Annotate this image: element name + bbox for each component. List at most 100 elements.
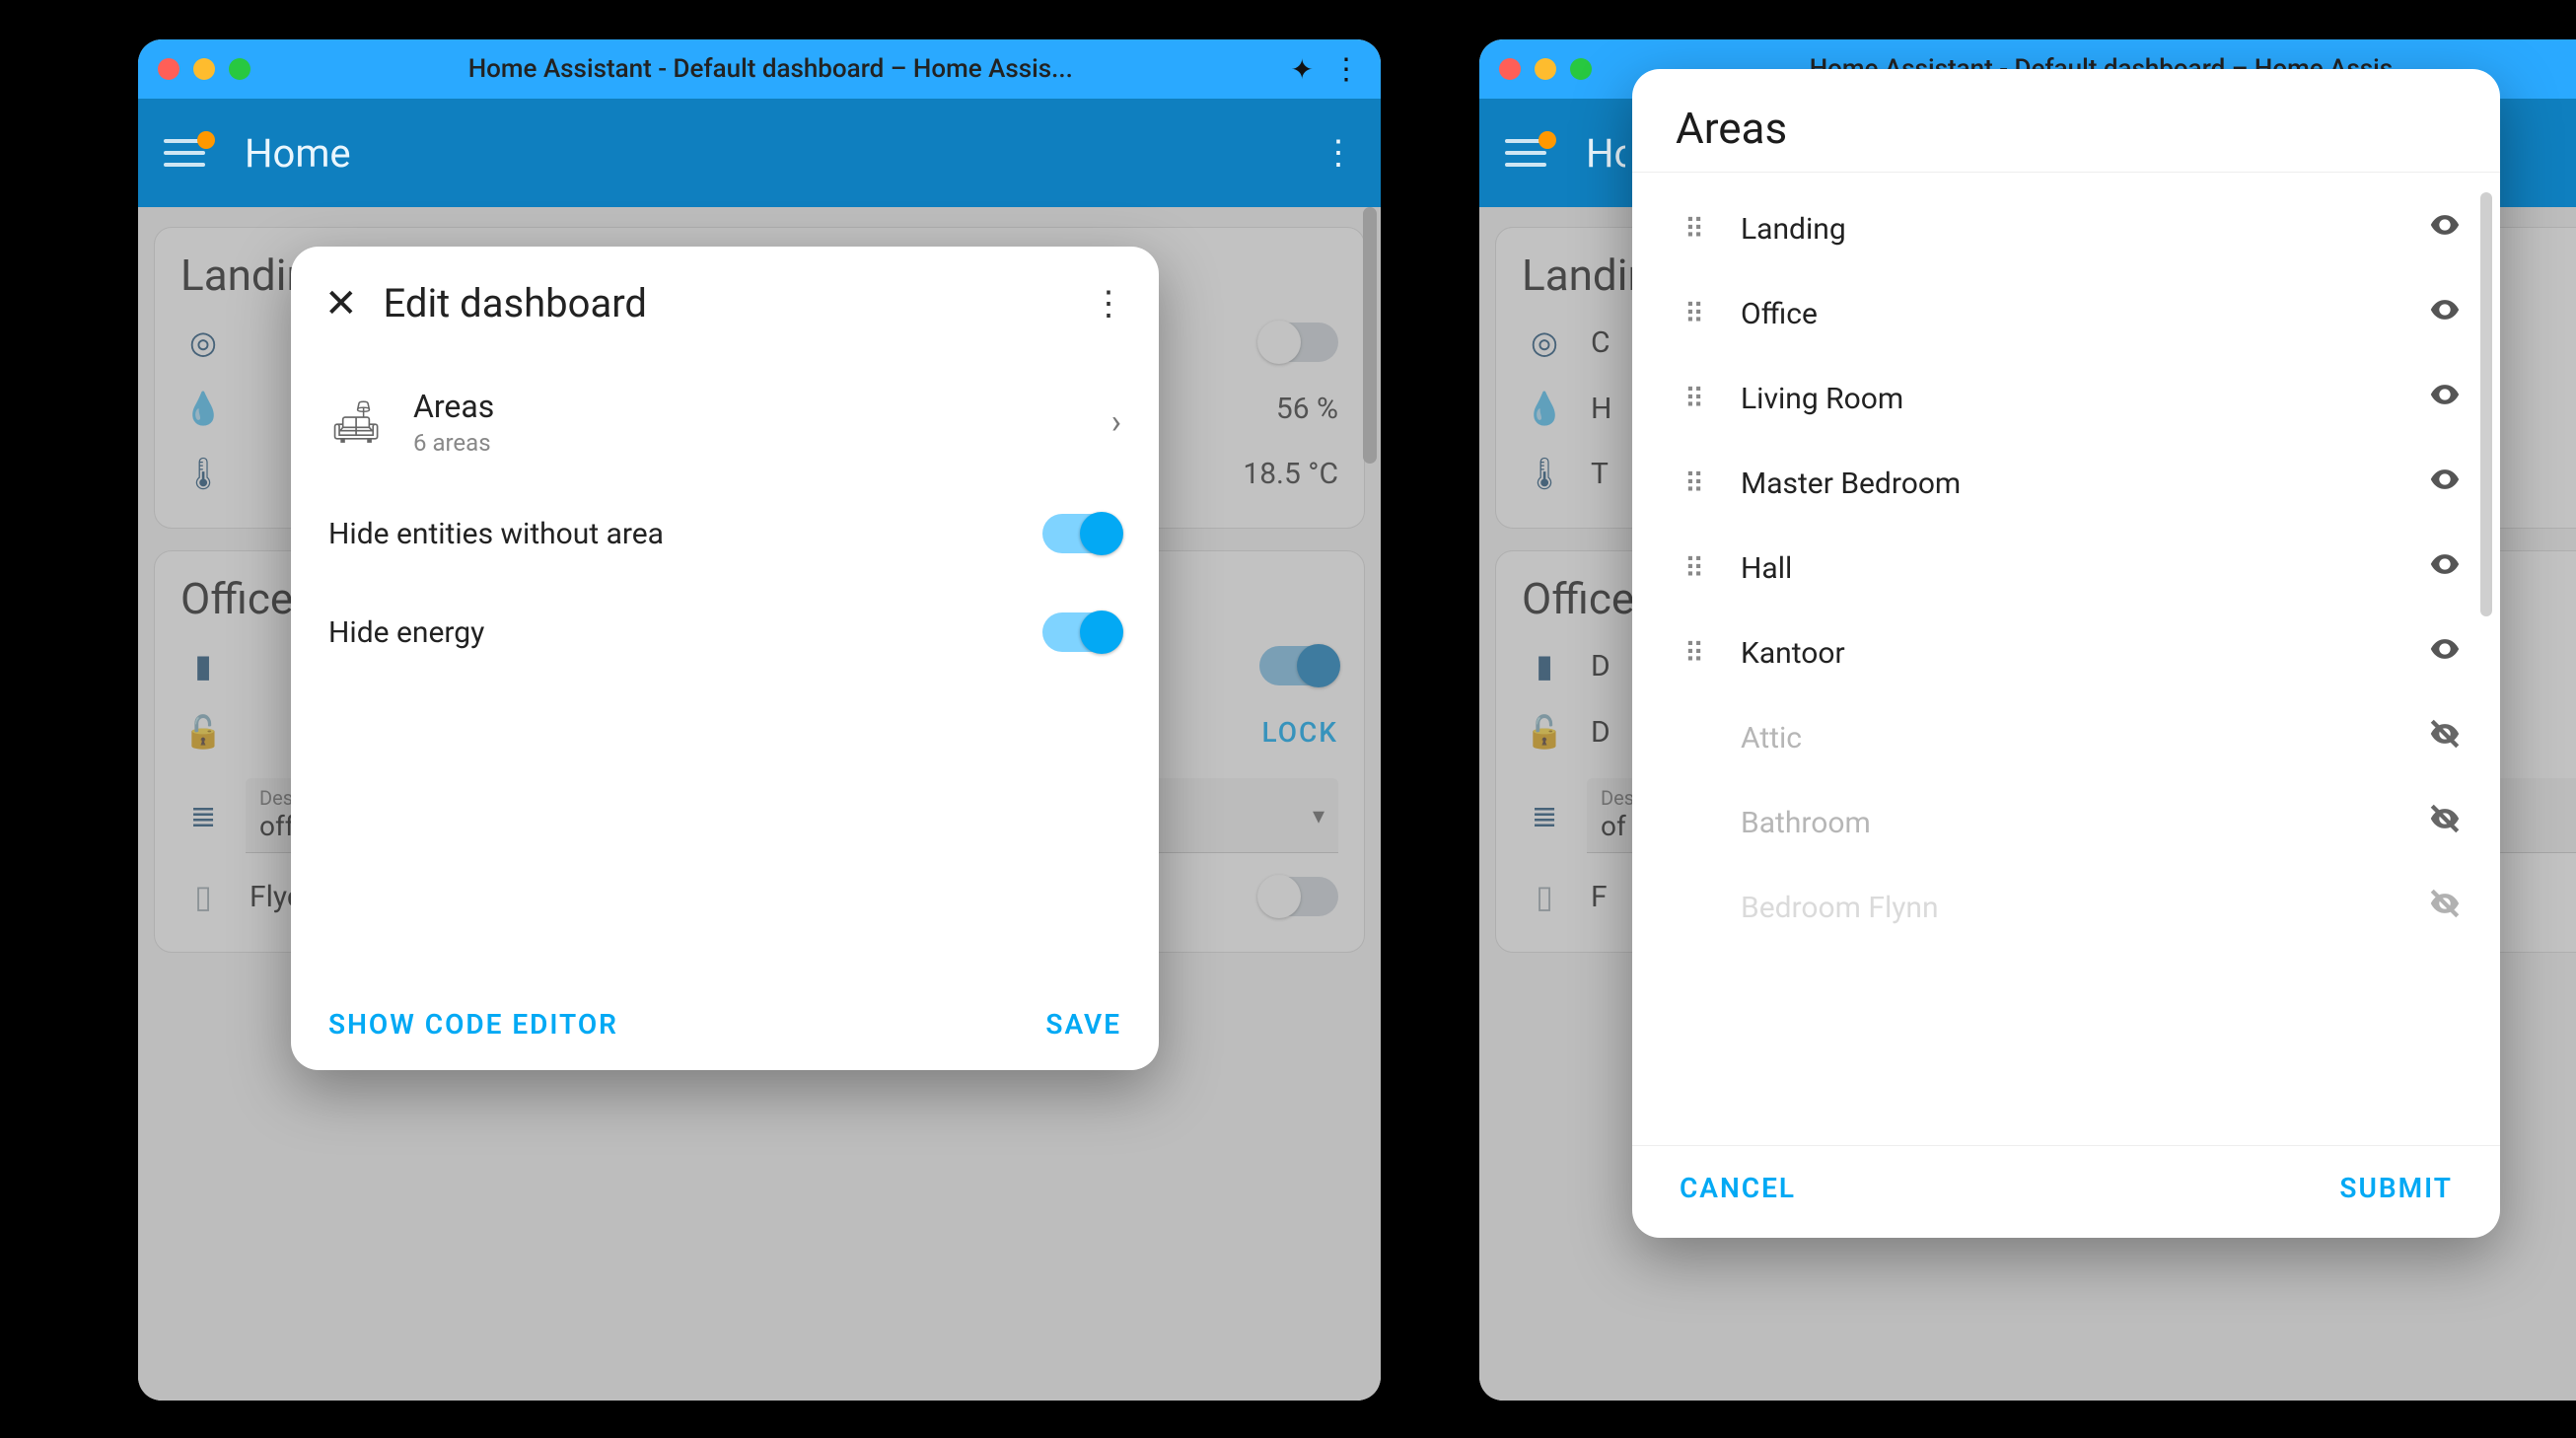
option-label: Hide energy <box>328 615 484 650</box>
notification-dot-icon <box>1538 131 1556 149</box>
modal-areas: Areas ⠿ Landing ⠿ Office <box>1632 69 2500 1238</box>
traffic-lights[interactable] <box>158 58 250 80</box>
areas-subtitle: 6 areas <box>413 429 494 457</box>
area-name: Bathroom <box>1741 806 2396 840</box>
area-name: Landing <box>1741 212 2396 247</box>
device-icon: ▯ <box>180 878 226 915</box>
toggle[interactable] <box>1259 323 1338 362</box>
eye-off-icon[interactable] <box>2425 887 2465 928</box>
toggle[interactable] <box>1042 612 1121 652</box>
drag-handle-icon[interactable]: ⠿ <box>1676 298 1711 330</box>
eye-icon[interactable] <box>2425 378 2465 419</box>
water-drop-icon: 💧 <box>1522 390 1567 427</box>
temperature-value: 18.5 °C <box>1243 457 1338 491</box>
traffic-lights[interactable] <box>1499 58 1592 80</box>
device-icon: ▮ <box>180 647 226 684</box>
water-drop-icon: 💧 <box>180 390 226 427</box>
modal-title: Edit dashboard <box>384 280 1066 326</box>
eye-off-icon[interactable] <box>2425 717 2465 758</box>
drag-handle-icon[interactable]: ⠿ <box>1676 552 1711 585</box>
app-kebab-icon[interactable]: ⋮ <box>1322 133 1355 173</box>
area-row-hidden[interactable]: ⠿ Attic <box>1664 695 2476 780</box>
minimize-window-icon[interactable] <box>1535 58 1556 80</box>
lock-open-icon: 🔓 <box>1522 713 1567 751</box>
area-row[interactable]: ⠿ Kantoor <box>1664 611 2476 695</box>
areas-list: ⠿ Landing ⠿ Office ⠿ Living Room <box>1632 173 2500 1145</box>
modal-header: ✕ Edit dashboard ⋮ <box>291 247 1159 330</box>
device-icon: ▮ <box>1522 647 1567 684</box>
area-name: Hall <box>1741 551 2396 586</box>
app-title: Home <box>245 130 351 177</box>
thermometer-icon: 🌡 <box>1522 455 1567 492</box>
area-name: Kantoor <box>1741 636 2396 671</box>
lock-button[interactable]: LOCK <box>1262 716 1339 749</box>
scrollbar[interactable] <box>1363 207 1377 464</box>
area-row-hidden[interactable]: ⠿ Bathroom <box>1664 780 2476 865</box>
extensions-icon[interactable]: ✦ <box>1291 53 1314 86</box>
drag-handle-icon[interactable]: ⠿ <box>1676 467 1711 500</box>
drag-handle-icon[interactable]: ⠿ <box>1676 213 1711 246</box>
area-row[interactable]: ⠿ Office <box>1664 271 2476 356</box>
browser-menu-icon[interactable]: ⋮ <box>1331 52 1361 87</box>
modal-header: Areas <box>1632 69 2500 173</box>
modal-footer: CANCEL SUBMIT <box>1632 1145 2500 1238</box>
cancel-button[interactable]: CANCEL <box>1680 1172 1796 1204</box>
dropdown-icon: ▾ <box>1313 802 1324 829</box>
toggle[interactable] <box>1259 646 1338 685</box>
area-row[interactable]: ⠿ Landing <box>1664 186 2476 271</box>
ceiling-light-icon: ◎ <box>1522 324 1567 361</box>
window-left: Home Assistant - Default dashboard – Hom… <box>138 39 1381 1401</box>
drag-handle-icon[interactable]: ⠿ <box>1676 383 1711 415</box>
app-bar: Home ⋮ <box>138 99 1381 207</box>
modal-title: Areas <box>1676 103 2457 154</box>
areas-row[interactable]: 🛋 Areas 6 areas › <box>328 360 1121 484</box>
area-name: Office <box>1741 297 2396 331</box>
modal-footer: SHOW CODE EDITOR SAVE <box>291 990 1159 1070</box>
area-row[interactable]: ⠿ Master Bedroom <box>1664 441 2476 526</box>
humidity-value: 56 % <box>1276 392 1338 426</box>
thermometer-icon: 🌡 <box>180 455 226 492</box>
eye-icon[interactable] <box>2425 293 2465 334</box>
ceiling-light-icon: ◎ <box>180 324 226 361</box>
sofa-icon: 🛋 <box>328 398 384 447</box>
hamburger-menu-icon[interactable] <box>1505 139 1546 167</box>
close-window-icon[interactable] <box>1499 58 1521 80</box>
close-icon[interactable]: ✕ <box>324 280 358 326</box>
areas-title: Areas <box>413 388 494 425</box>
toggle[interactable] <box>1259 877 1338 916</box>
eye-icon[interactable] <box>2425 547 2465 589</box>
area-row[interactable]: ⠿ Hall <box>1664 526 2476 611</box>
drag-handle-icon[interactable]: ⠿ <box>1676 637 1711 670</box>
area-row-hidden[interactable]: ⠿ Bedroom Flynn <box>1664 865 2476 950</box>
list-icon: ≣ <box>180 797 226 834</box>
modal-edit-dashboard: ✕ Edit dashboard ⋮ 🛋 Areas 6 areas › Hid… <box>291 247 1159 1070</box>
chevron-right-icon: › <box>1111 402 1121 442</box>
close-window-icon[interactable] <box>158 58 179 80</box>
eye-off-icon[interactable] <box>2425 802 2465 843</box>
zoom-window-icon[interactable] <box>229 58 250 80</box>
minimize-window-icon[interactable] <box>193 58 215 80</box>
app-title: Home <box>1586 130 1625 177</box>
save-button[interactable]: SAVE <box>1045 1008 1121 1041</box>
notification-dot-icon <box>197 131 215 149</box>
area-row[interactable]: ⠿ Living Room <box>1664 356 2476 441</box>
modal-kebab-icon[interactable]: ⋮ <box>1092 284 1125 324</box>
show-code-editor-button[interactable]: SHOW CODE EDITOR <box>328 1008 618 1041</box>
titlebar: Home Assistant - Default dashboard – Hom… <box>138 39 1381 99</box>
eye-icon[interactable] <box>2425 463 2465 504</box>
area-name: Master Bedroom <box>1741 467 2396 501</box>
toggle[interactable] <box>1042 514 1121 553</box>
device-icon: ▯ <box>1522 878 1567 915</box>
scrollbar[interactable] <box>2480 192 2492 616</box>
eye-icon[interactable] <box>2425 632 2465 674</box>
option-hide-entities[interactable]: Hide entities without area <box>328 484 1121 583</box>
area-name: Attic <box>1741 721 2396 755</box>
zoom-window-icon[interactable] <box>1570 58 1592 80</box>
window-title: Home Assistant - Default dashboard – Hom… <box>250 54 1291 84</box>
area-name: Bedroom Flynn <box>1741 891 2396 925</box>
eye-icon[interactable] <box>2425 208 2465 250</box>
submit-button[interactable]: SUBMIT <box>2339 1172 2453 1204</box>
option-hide-energy[interactable]: Hide energy <box>328 583 1121 682</box>
hamburger-menu-icon[interactable] <box>164 139 205 167</box>
area-name: Living Room <box>1741 382 2396 416</box>
